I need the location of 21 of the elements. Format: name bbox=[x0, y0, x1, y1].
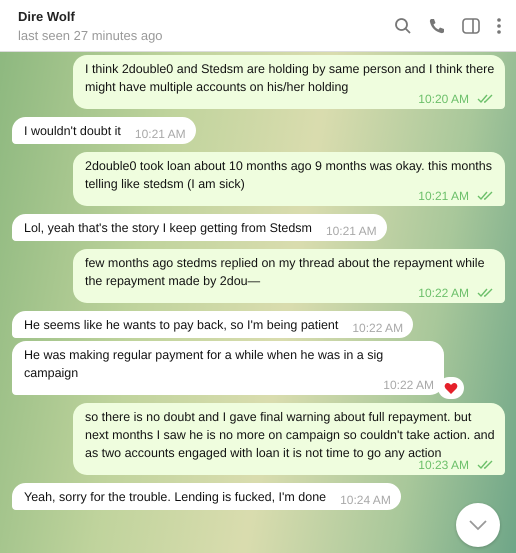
last-seen-status: last seen 27 minutes ago bbox=[18, 28, 164, 42]
message-time: 10:22 AM bbox=[383, 377, 434, 393]
message-text: I wouldn't doubt it bbox=[24, 123, 121, 140]
message-time: 10:24 AM bbox=[340, 492, 391, 508]
message-text: He was making regular payment for a while when he was in a sig campaign bbox=[24, 347, 384, 382]
message-time: 10:21 AM bbox=[326, 223, 377, 239]
scroll-down-button[interactable] bbox=[456, 503, 500, 547]
contact-name: Dire Wolf bbox=[18, 8, 76, 24]
message-time: 10:23 AM bbox=[418, 458, 469, 473]
chevron-down-icon bbox=[468, 519, 488, 531]
phone-icon[interactable] bbox=[428, 16, 446, 34]
message-text: He seems like he wants to pay back, so I'm being patient bbox=[24, 317, 338, 334]
search-icon[interactable] bbox=[394, 16, 412, 34]
more-menu-icon[interactable] bbox=[496, 16, 502, 34]
message-text: Yeah, sorry for the trouble. Lending is fucked, I'm done bbox=[24, 489, 326, 506]
message-text: so there is no doubt and I gave final warning about full repayment. but next months I saw he is no more on campaign so couldn't take action. and as two accounts engaged with loan it is not time to go any action bbox=[85, 409, 495, 460]
sidebar-toggle-icon[interactable] bbox=[462, 18, 480, 34]
heart-reaction-icon[interactable] bbox=[438, 377, 464, 399]
message-time: 10:22 AM bbox=[352, 320, 404, 336]
message-text: Lol, yeah that's the story I keep getting from Stedsm bbox=[24, 220, 312, 237]
message-time: 10:21 AM bbox=[134, 126, 186, 142]
